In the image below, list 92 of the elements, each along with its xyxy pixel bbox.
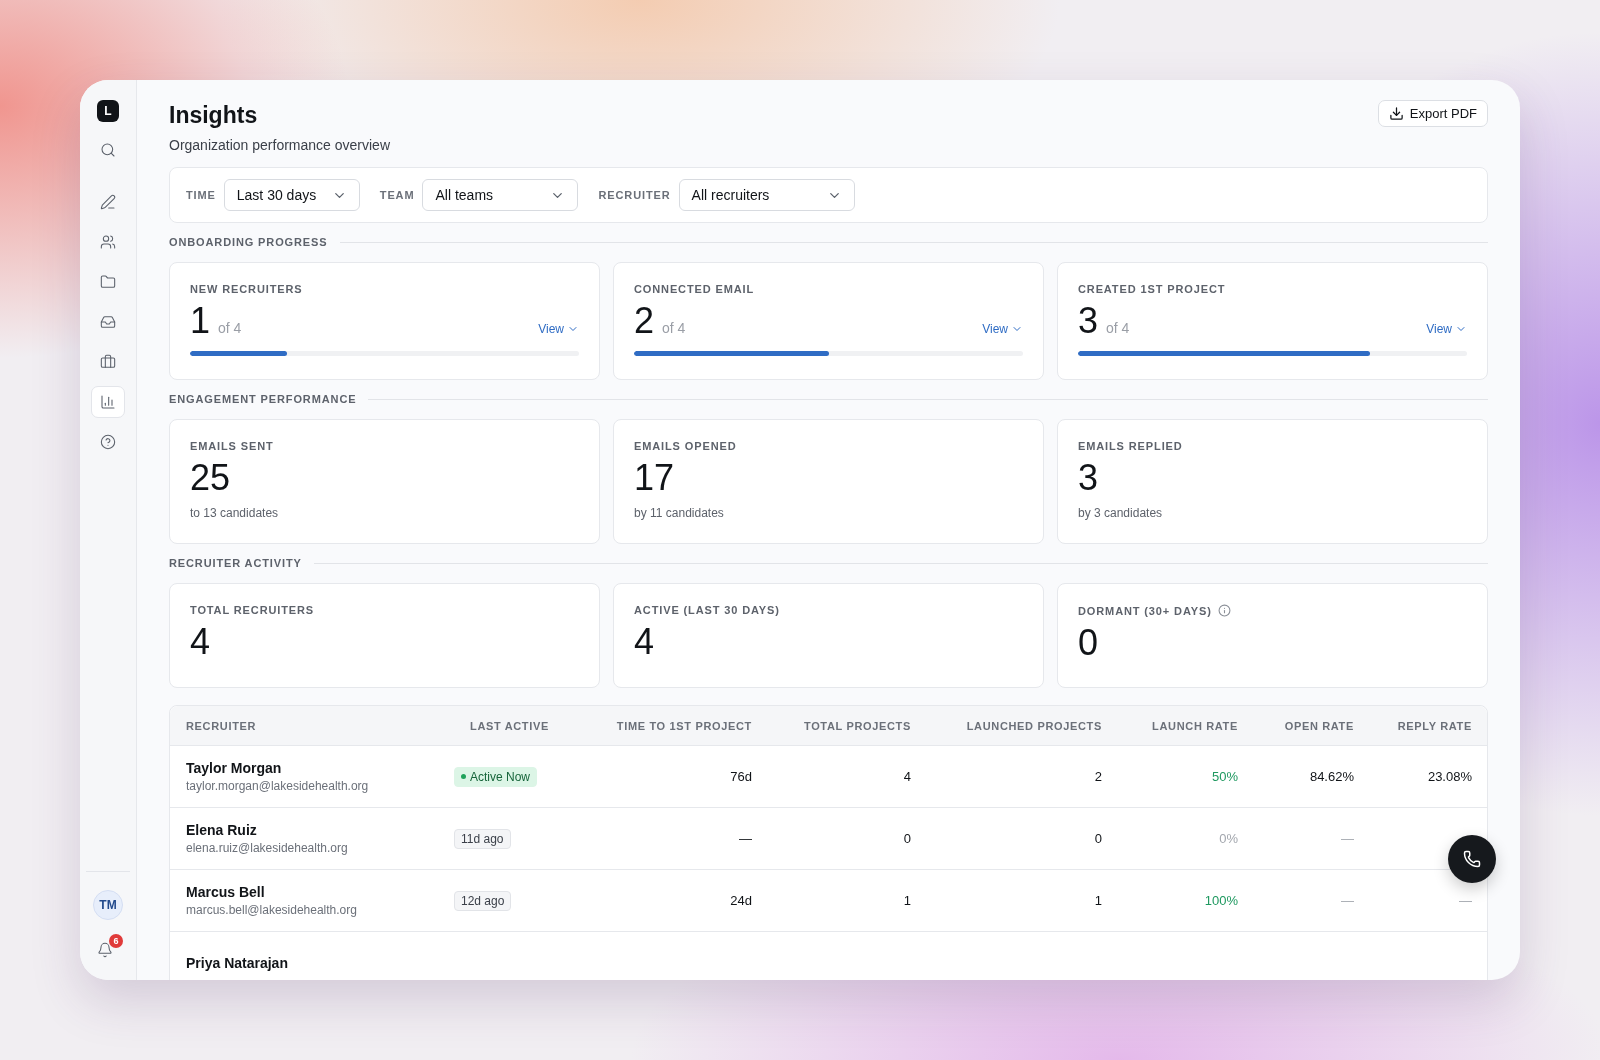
folder-icon (100, 274, 116, 290)
card-value: 1 (190, 301, 211, 341)
table-cell-text: — (1340, 893, 1354, 908)
export-button[interactable]: Export PDF (1377, 100, 1488, 127)
table-cell-text: 84.62% (1308, 769, 1354, 784)
card-label: NEW RECRUITERS (190, 283, 304, 295)
last-active-badge: Active Now (454, 766, 538, 787)
card-value: 3 (1078, 301, 1099, 341)
view-link[interactable]: View (1426, 322, 1467, 336)
help-icon (100, 434, 116, 450)
card-value: 25 (190, 458, 231, 498)
card-value: 4 (634, 622, 655, 662)
table-cell-text: 4 (902, 769, 911, 784)
filter-label: TEAM (379, 189, 415, 201)
view-link[interactable]: View (538, 322, 579, 336)
card-value: 17 (634, 458, 675, 498)
card-note: to 13 candidates (190, 505, 280, 520)
briefcase-icon (100, 354, 116, 370)
column-header: LAST ACTIVE (469, 719, 550, 732)
card-label: DORMANT (30+ DAYS) (1078, 604, 1212, 617)
view-link[interactable]: View (982, 322, 1023, 336)
table-cell-text: 76d (729, 769, 752, 784)
table-cell-text: 1 (902, 893, 911, 908)
table-cell-text: 100% (1203, 893, 1238, 908)
notifications-button[interactable]: 6 (93, 934, 123, 960)
recruiter-name: Marcus Bell (186, 884, 266, 900)
notification-badge: 6 (109, 934, 123, 948)
filter-select[interactable]: Last 30 days (223, 179, 360, 211)
card-value: 4 (190, 622, 211, 662)
column-header: LAUNCH RATE (1151, 719, 1238, 732)
table-cell-text: 50% (1210, 769, 1238, 784)
recruiter-name: Priya Natarajan (186, 954, 289, 971)
page-subtitle: Organization performance overview (169, 137, 390, 153)
pen-icon (100, 194, 116, 210)
page-title: Insights (169, 102, 259, 129)
filter-label: RECRUITER (598, 189, 671, 201)
section-title: ONBOARDING PROGRESS (169, 236, 328, 248)
sidebar-item[interactable] (91, 386, 125, 418)
card-total: of 4 (662, 320, 686, 336)
filter-select[interactable]: All teams (422, 179, 579, 211)
recruiter-email: elena.ruiz@lakesidehealth.org (186, 841, 349, 855)
table-cell-text: 0% (1218, 831, 1238, 846)
bell-icon (97, 942, 113, 958)
column-header: LAUNCHED PROJECTS (965, 719, 1102, 732)
column-header: REPLY RATE (1396, 719, 1472, 732)
table-cell-text: — (1340, 831, 1354, 846)
card-total: of 4 (218, 320, 242, 336)
table-cell-text: — (738, 831, 752, 846)
card-value: 2 (634, 301, 655, 341)
info-icon[interactable] (1217, 604, 1231, 617)
phone-icon (1463, 850, 1481, 868)
card-label: CONNECTED EMAIL (634, 283, 756, 295)
last-active-badge: 12d ago (454, 890, 512, 911)
recruiter-name: Elena Ruiz (186, 822, 258, 838)
inbox-icon (100, 314, 116, 330)
table-cell-text: 0 (902, 831, 911, 846)
users-icon (100, 234, 116, 250)
bar-chart-icon (100, 394, 116, 410)
user-avatar[interactable]: TM (93, 890, 123, 920)
table-cell-text: — (1458, 893, 1472, 908)
section-title: RECRUITER ACTIVITY (169, 557, 302, 569)
filter-label: TIME (186, 189, 216, 201)
card-label: TOTAL RECRUITERS (190, 604, 315, 616)
table-cell-text: 1 (1093, 893, 1102, 908)
logo[interactable]: L (97, 100, 119, 122)
column-header: TIME TO 1ST PROJECT (615, 719, 752, 732)
table-cell-text: 0 (1093, 831, 1102, 846)
section-title: ENGAGEMENT PERFORMANCE (169, 393, 357, 405)
card-label: ACTIVE (LAST 30 DAYS) (634, 604, 780, 616)
table-cell-text: 2 (1093, 769, 1102, 784)
card-value: 0 (1078, 623, 1099, 663)
card-total: of 4 (1106, 320, 1130, 336)
last-active-badge: 11d ago (454, 828, 511, 849)
download-icon (1388, 106, 1404, 121)
card-label: EMAILS REPLIED (1078, 440, 1184, 452)
table-cell-text: 23.08% (1426, 769, 1472, 784)
filter-select[interactable]: All recruiters (678, 179, 855, 211)
card-label: EMAILS SENT (190, 440, 275, 452)
recruiter-email: taylor.morgan@lakesidehealth.org (186, 779, 370, 793)
recruiter-name: Taylor Morgan (186, 760, 283, 776)
card-value: 3 (1078, 458, 1099, 498)
column-header: RECRUITER (185, 719, 258, 732)
card-label: EMAILS OPENED (634, 440, 738, 452)
status-dot-icon (461, 774, 466, 779)
column-header: OPEN RATE (1283, 719, 1354, 732)
recruiter-email: marcus.bell@lakesidehealth.org (186, 903, 358, 917)
card-note: by 3 candidates (1078, 505, 1164, 520)
column-header: TOTAL PROJECTS (802, 719, 911, 732)
search-icon (100, 142, 116, 158)
card-label: CREATED 1ST PROJECT (1078, 283, 1227, 295)
table-cell-text: 24d (729, 893, 752, 908)
card-note: by 11 candidates (634, 505, 725, 520)
